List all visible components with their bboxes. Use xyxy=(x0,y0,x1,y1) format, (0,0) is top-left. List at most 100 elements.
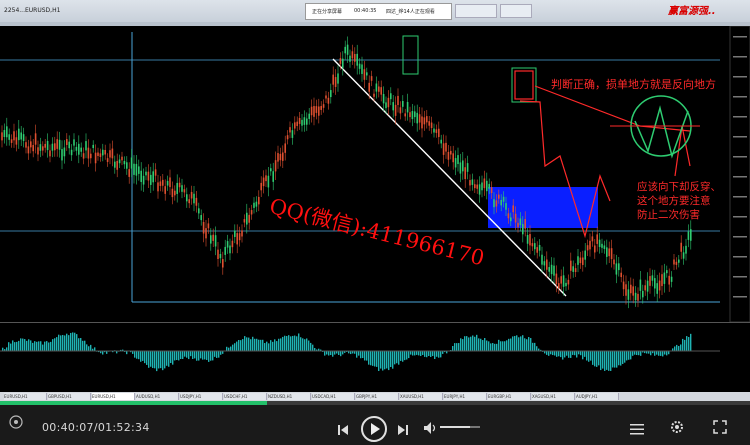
histogram-bar xyxy=(266,341,268,351)
histogram-bar xyxy=(186,351,188,358)
symbol-tab[interactable]: GBPUSD,H1 xyxy=(48,393,91,400)
candle-body xyxy=(620,272,622,278)
histogram-bar xyxy=(560,351,562,358)
toolbar-button[interactable] xyxy=(500,4,532,18)
symbol-tab[interactable]: EURGBP,H1 xyxy=(488,393,531,400)
histogram-bar xyxy=(638,351,640,356)
histogram-bar xyxy=(404,351,406,361)
price-tick xyxy=(733,236,747,238)
brand-logo-text: 赢富源强.. xyxy=(668,6,716,17)
candle-body xyxy=(368,82,370,92)
previous-icon[interactable] xyxy=(337,421,349,440)
candle-body xyxy=(546,259,548,270)
histogram-bar xyxy=(400,351,402,361)
volume-icon[interactable] xyxy=(423,420,439,439)
histogram-bar xyxy=(88,346,90,351)
candle-body xyxy=(87,147,90,159)
symbol-tab[interactable]: EURUSD,H1 xyxy=(4,393,47,400)
histogram-bar xyxy=(180,351,182,360)
candle-body xyxy=(306,118,308,125)
symbol-tab[interactable]: EURJPY,H1 xyxy=(444,393,487,400)
histogram-bar xyxy=(378,351,380,371)
progress-track[interactable] xyxy=(0,401,750,405)
candle-body xyxy=(490,187,493,194)
candle-body xyxy=(613,259,615,265)
histogram-bar xyxy=(610,351,612,371)
histogram-bar xyxy=(366,351,368,361)
fullscreen-icon[interactable] xyxy=(713,419,727,438)
candle-body xyxy=(174,190,176,196)
histogram-bar xyxy=(206,351,208,360)
candle-body xyxy=(690,229,692,241)
volume-slider[interactable] xyxy=(440,426,480,428)
toolbar-button[interactable] xyxy=(455,4,497,18)
play-button[interactable] xyxy=(361,416,387,442)
histogram-bar xyxy=(640,351,642,356)
share-label: 正在分享屏幕 xyxy=(312,9,343,15)
symbol-tab[interactable]: AUDJPY,H1 xyxy=(576,393,619,400)
candle-body xyxy=(502,196,505,202)
candle-body xyxy=(649,276,651,286)
candle-body xyxy=(1,132,3,141)
symbol-tab[interactable]: USDCHF,H1 xyxy=(224,393,267,400)
candle-body xyxy=(106,158,109,162)
candle-body xyxy=(618,263,620,271)
histogram-bar xyxy=(342,351,344,355)
symbol-tab[interactable]: XAUUSD,H1 xyxy=(400,393,443,400)
histogram-bar xyxy=(34,341,36,351)
histogram-bar xyxy=(64,335,66,351)
symbol-tab[interactable]: EURUSD,H1 xyxy=(92,393,135,400)
histogram-bar xyxy=(528,337,530,351)
next-icon[interactable] xyxy=(397,421,409,440)
histogram-bar xyxy=(458,343,460,351)
histogram-bar xyxy=(520,336,522,351)
candle-body xyxy=(130,157,133,169)
histogram-bar xyxy=(622,351,624,364)
symbol-tab[interactable]: XAGUSD,H1 xyxy=(532,393,575,400)
candle-body xyxy=(596,234,598,244)
histogram-bar xyxy=(664,351,666,355)
histogram-bar xyxy=(618,351,620,366)
candle-body xyxy=(39,144,42,151)
symbol-tab[interactable]: USDJPY,H1 xyxy=(180,393,223,400)
histogram-bar xyxy=(608,351,610,371)
histogram-bar xyxy=(40,341,42,351)
candle-body xyxy=(524,219,526,229)
histogram-bar xyxy=(280,338,282,351)
candle-body xyxy=(630,284,632,294)
histogram-bar xyxy=(246,337,248,351)
candle-body xyxy=(210,235,212,244)
candle-body xyxy=(452,153,454,163)
annotation-note: 应该向下却反穿、 这个地方要注意 防止二次伤害 xyxy=(637,180,721,222)
candle-body xyxy=(332,74,334,85)
histogram-bar xyxy=(328,351,330,356)
histogram-bar xyxy=(626,351,628,361)
candle-body xyxy=(346,44,349,55)
annotation-line: 防止二次伤害 xyxy=(637,209,700,221)
histogram-bar xyxy=(172,351,174,365)
symbol-tab[interactable]: NZDUSD,H1 xyxy=(268,393,311,400)
candle-body xyxy=(289,127,291,133)
symbol-tab[interactable]: USDCAD,H1 xyxy=(312,393,355,400)
indicator-pane[interactable] xyxy=(0,322,750,383)
histogram-bar xyxy=(396,351,398,364)
histogram-bar xyxy=(62,334,64,351)
candle-body xyxy=(30,141,32,148)
histogram-bar xyxy=(334,351,336,355)
histogram-bar xyxy=(282,336,284,351)
settings-icon[interactable] xyxy=(670,419,684,438)
symbol-tab[interactable]: AUDUSD,H1 xyxy=(136,393,179,400)
histogram-bar xyxy=(372,351,374,366)
list-icon[interactable] xyxy=(630,420,644,439)
candle-body xyxy=(531,243,534,247)
candle-body xyxy=(150,174,152,185)
histogram-bar xyxy=(138,351,140,360)
candle-body xyxy=(416,112,418,124)
histogram-bar xyxy=(470,336,472,351)
candle-body xyxy=(205,228,207,239)
price-chart[interactable] xyxy=(0,26,750,322)
candle-body xyxy=(63,147,66,157)
histogram-bar xyxy=(598,351,600,366)
symbol-tab[interactable]: GBPJPY,H1 xyxy=(356,393,399,400)
histogram-bar xyxy=(70,332,72,351)
